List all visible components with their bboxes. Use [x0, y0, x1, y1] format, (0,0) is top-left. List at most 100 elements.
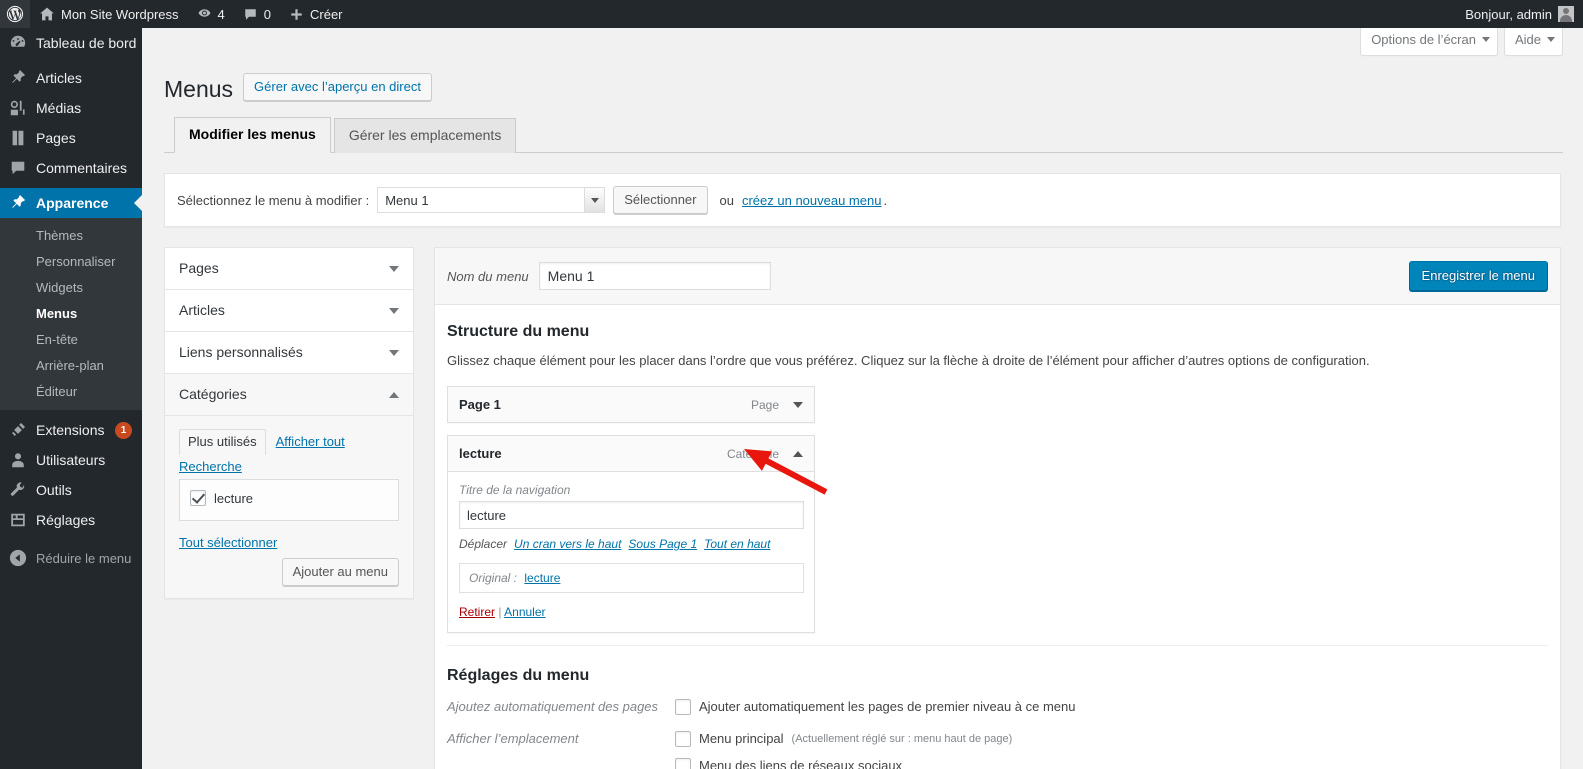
sidebar-item-comments[interactable]: Commentaires [0, 153, 142, 183]
categories-list-panel: lecture [179, 479, 399, 521]
location-option-social[interactable]: Menu des liens de réseaux sociaux [675, 755, 1548, 769]
structure-title: Structure du menu [447, 323, 590, 340]
sidebar-item-plugins[interactable]: Extensions 1 [0, 415, 142, 445]
comments-button[interactable]: 0 [234, 0, 280, 28]
or-text: ou [719, 192, 734, 208]
users-icon [0, 451, 36, 469]
chevron-up-icon[interactable] [793, 450, 803, 457]
submenu-item-editor[interactable]: Éditeur [0, 379, 142, 405]
sidebar-label: Réglages [36, 512, 96, 528]
live-preview-button[interactable]: Gérer avec l’aperçu en direct [243, 73, 432, 101]
sidebar-item-tools[interactable]: Outils [0, 475, 142, 505]
move-top-link[interactable]: Tout en haut [704, 537, 770, 551]
menu-editor-panel: Nom du menu Enregistrer le menu Structur… [434, 247, 1561, 769]
move-under-link[interactable]: Sous Page 1 [628, 537, 697, 551]
create-new-menu-link[interactable]: créez un nouveau menu [742, 193, 881, 208]
save-menu-button-top[interactable]: Enregistrer le menu [1408, 261, 1548, 291]
page-title: Menus [164, 76, 234, 102]
menu-item-page-1[interactable]: Page 1 Page [447, 386, 815, 423]
site-name-button[interactable]: Mon Site Wordpress [30, 0, 188, 28]
menu-settings-title: Réglages du menu [447, 667, 590, 684]
collapse-menu-button[interactable]: Réduire le menu [0, 541, 142, 575]
sidebar-label: Apparence [36, 195, 109, 211]
original-link[interactable]: lecture [524, 571, 560, 585]
updates-button[interactable]: 4 [188, 0, 234, 28]
cancel-menu-item-link[interactable]: Annuler [504, 605, 545, 619]
sidebar-label: Médias [36, 100, 82, 116]
tab-most-used[interactable]: Plus utilisés [179, 429, 266, 455]
accordion-section-categories: Catégories Plus utilisés Afficher tout R… [164, 373, 414, 599]
move-up-link[interactable]: Un cran vers le haut [514, 537, 621, 551]
display-location-label: Afficher l’emplacement [447, 731, 579, 746]
action-separator: | [498, 605, 502, 619]
new-content-label: Créer [310, 6, 343, 22]
chevron-down-icon [1547, 37, 1555, 42]
site-name-label: Mon Site Wordpress [61, 6, 179, 22]
location-checkbox-primary[interactable] [675, 731, 691, 747]
menu-item-lecture[interactable]: lecture Catégorie Titre de la navigation [447, 435, 815, 633]
menu-item-handle[interactable]: Page 1 Page [448, 387, 814, 422]
tab-manage-locations[interactable]: Gérer les emplacements [333, 118, 517, 153]
menu-item-meta: Page [751, 398, 803, 412]
dashboard-icon [0, 34, 36, 52]
original-label: Original : [469, 571, 518, 585]
sidebar-item-users[interactable]: Utilisateurs [0, 445, 142, 475]
nav-label-input[interactable] [459, 501, 804, 529]
category-checkbox-lecture[interactable] [190, 490, 206, 506]
select-menu-button[interactable]: Sélectionner [613, 186, 708, 214]
submenu-item-background[interactable]: Arrière-plan [0, 353, 142, 379]
sidebar-item-articles[interactable]: Articles [0, 63, 142, 93]
auto-add-checkbox[interactable] [675, 699, 691, 715]
menu-select-dropdown[interactable]: Menu 1 [377, 187, 606, 213]
appearance-brush-icon [0, 194, 36, 212]
location-label-primary: Menu principal [699, 731, 784, 746]
tab-edit-menus[interactable]: Modifier les menus [174, 117, 331, 153]
auto-add-fields: Ajouter automatiquement les pages de pre… [675, 696, 1548, 723]
menu-settings-section: Réglages du menu Ajoutez automatiquement… [447, 645, 1548, 769]
collapse-arrow-icon [0, 549, 36, 567]
chevron-down-icon[interactable] [793, 401, 803, 408]
accordion-title-categories[interactable]: Catégories [165, 374, 413, 415]
new-content-button[interactable]: Créer [280, 0, 352, 28]
auto-add-option[interactable]: Ajouter automatiquement les pages de pre… [675, 696, 1548, 718]
tab-search[interactable]: Recherche [179, 455, 250, 480]
select-all-link[interactable]: Tout sélectionner [179, 535, 277, 550]
sidebar-item-pages[interactable]: Pages [0, 123, 142, 153]
accordion-title-custom-links[interactable]: Liens personnalisés [165, 332, 413, 373]
menu-name-input[interactable] [538, 262, 771, 290]
sidebar-item-settings[interactable]: Réglages [0, 505, 142, 535]
content-body: Options de l’écran Aide Menus Gérer avec… [142, 28, 1583, 769]
sidebar-item-appearance[interactable]: Apparence [0, 188, 142, 218]
accordion-title-posts[interactable]: Articles [165, 290, 413, 331]
remove-menu-item-link[interactable]: Retirer [459, 605, 495, 619]
tab-view-all[interactable]: Afficher tout [268, 430, 353, 455]
menu-item-handle[interactable]: lecture Catégorie [448, 436, 814, 471]
location-option-primary[interactable]: Menu principal (Actuellement réglé sur :… [675, 728, 1548, 750]
location-checkbox-social[interactable] [675, 758, 691, 769]
comments-count: 0 [263, 6, 271, 22]
page-icon [0, 129, 36, 147]
submenu-item-header[interactable]: En-tête [0, 327, 142, 353]
help-toggle[interactable]: Aide [1503, 28, 1563, 56]
submenu-item-widgets[interactable]: Widgets [0, 275, 142, 301]
menu-management: Pages Articles Liens personnalisés Catég… [164, 247, 1561, 769]
sidebar-label: Utilisateurs [36, 452, 106, 468]
user-avatar-icon [1558, 6, 1574, 22]
screen-options-toggle[interactable]: Options de l’écran [1360, 28, 1498, 56]
menu-item-actions: Retirer | Annuler [459, 605, 803, 619]
submenu-item-themes[interactable]: Thèmes [0, 223, 142, 249]
sidebar-item-dashboard[interactable]: Tableau de bord [0, 28, 142, 58]
sidebar-label: Extensions [36, 422, 105, 438]
wordpress-logo-button[interactable] [0, 0, 30, 28]
add-to-menu-button[interactable]: Ajouter au menu [281, 558, 399, 586]
sidebar-item-medias[interactable]: Médias [0, 93, 142, 123]
category-list-item[interactable]: lecture [190, 490, 388, 506]
sidebar-label: Articles [36, 70, 82, 86]
media-icon [0, 99, 36, 117]
tools-wrench-icon [0, 481, 36, 499]
submenu-item-customize[interactable]: Personnaliser [0, 249, 142, 275]
account-menu-button[interactable]: Bonjour, admin [1456, 0, 1583, 28]
accordion-title-pages[interactable]: Pages [165, 248, 413, 289]
submenu-item-menus[interactable]: Menus [0, 301, 142, 327]
updates-count: 4 [217, 6, 225, 22]
